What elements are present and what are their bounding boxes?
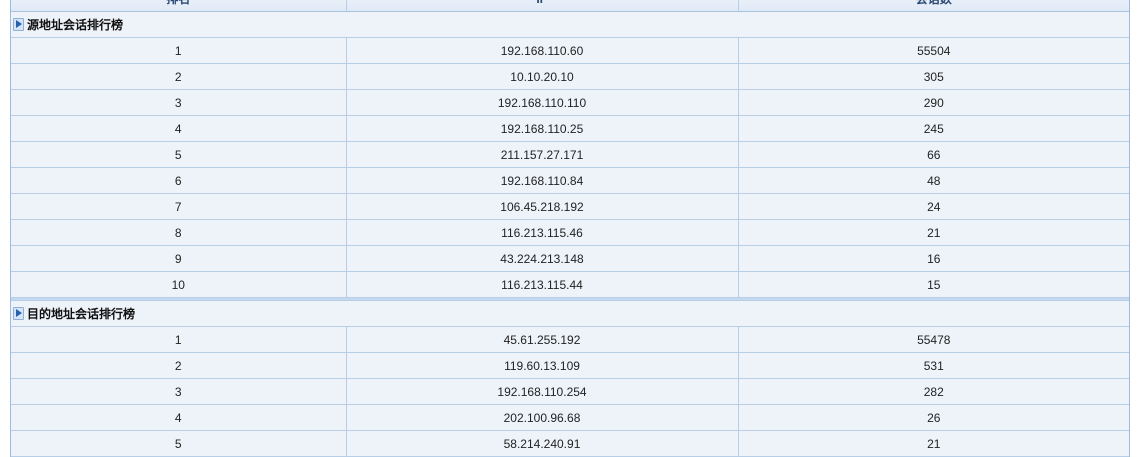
source-section-header[interactable]: 源地址会话排行榜 <box>11 11 1129 38</box>
table-row: 1 45.61.255.192 55478 <box>11 326 1129 353</box>
ip-cell: 192.168.110.84 <box>346 167 739 194</box>
sessions-cell: 531 <box>738 352 1129 379</box>
source-section-title: 源地址会话排行榜 <box>27 18 124 32</box>
rank-cell: 10 <box>11 271 347 298</box>
ip-cell: 116.213.115.44 <box>346 271 739 298</box>
ip-cell: 58.214.240.91 <box>346 430 739 457</box>
ip-cell: 106.45.218.192 <box>346 193 739 220</box>
sessions-cell: 55504 <box>738 37 1129 64</box>
table-row: 9 43.224.213.148 16 <box>11 245 1129 272</box>
sessions-cell: 16 <box>738 245 1129 272</box>
ip-cell: 45.61.255.192 <box>346 326 739 353</box>
rank-cell: 7 <box>11 193 347 220</box>
ip-cell: 211.157.27.171 <box>346 141 739 168</box>
column-header-rank[interactable]: 排名 <box>11 0 347 12</box>
dest-section-header[interactable]: 目的地址会话排行榜 <box>11 300 1129 327</box>
sessions-cell: 305 <box>738 63 1129 90</box>
sessions-cell: 15 <box>738 271 1129 298</box>
table-row: 5 211.157.27.171 66 <box>11 141 1129 168</box>
table-row: 7 106.45.218.192 24 <box>11 193 1129 220</box>
table-row: 4 192.168.110.25 245 <box>11 115 1129 142</box>
sessions-cell: 21 <box>738 219 1129 246</box>
rank-cell: 2 <box>11 63 347 90</box>
dest-section-title: 目的地址会话排行榜 <box>27 307 136 321</box>
sessions-cell: 21 <box>738 430 1129 457</box>
rank-cell: 1 <box>11 37 347 64</box>
rank-cell: 5 <box>11 141 347 168</box>
rank-cell: 5 <box>11 430 347 457</box>
table-row: 8 116.213.115.46 21 <box>11 219 1129 246</box>
ip-cell: 119.60.13.109 <box>346 352 739 379</box>
session-ranking-table: 排名 IP 会话数 源地址会话排行榜 1 192.168.110.60 5550… <box>11 0 1129 457</box>
column-header-ip[interactable]: IP <box>346 0 739 12</box>
ip-cell: 43.224.213.148 <box>346 245 739 272</box>
sessions-cell: 245 <box>738 115 1129 142</box>
table-row: 5 58.214.240.91 21 <box>11 430 1129 457</box>
sessions-cell: 282 <box>738 378 1129 405</box>
ip-cell: 192.168.110.110 <box>346 89 739 116</box>
rank-cell: 8 <box>11 219 347 246</box>
rank-cell: 6 <box>11 167 347 194</box>
rank-cell: 3 <box>11 89 347 116</box>
ip-cell: 202.100.96.68 <box>346 404 739 431</box>
table-row: 3 192.168.110.110 290 <box>11 89 1129 116</box>
table-row: 2 119.60.13.109 531 <box>11 352 1129 379</box>
rank-cell: 9 <box>11 245 347 272</box>
sessions-cell: 290 <box>738 89 1129 116</box>
sessions-cell: 26 <box>738 404 1129 431</box>
rank-cell: 3 <box>11 378 347 405</box>
rank-cell: 4 <box>11 115 347 142</box>
rank-cell: 1 <box>11 326 347 353</box>
ip-cell: 192.168.110.60 <box>346 37 739 64</box>
expand-triangle-icon[interactable] <box>13 307 24 320</box>
sessions-cell: 24 <box>738 193 1129 220</box>
table-header-row: 排名 IP 会话数 <box>11 0 1129 12</box>
rank-cell: 2 <box>11 352 347 379</box>
rank-cell: 4 <box>11 404 347 431</box>
table-row: 3 192.168.110.254 282 <box>11 378 1129 405</box>
table-row: 6 192.168.110.84 48 <box>11 167 1129 194</box>
sessions-cell: 66 <box>738 141 1129 168</box>
sessions-cell: 55478 <box>738 326 1129 353</box>
table-row: 10 116.213.115.44 15 <box>11 271 1129 298</box>
table-row: 1 192.168.110.60 55504 <box>11 37 1129 64</box>
table-row: 2 10.10.20.10 305 <box>11 63 1129 90</box>
column-header-sessions[interactable]: 会话数 <box>738 0 1129 12</box>
sessions-cell: 48 <box>738 167 1129 194</box>
expand-triangle-icon[interactable] <box>13 18 24 31</box>
table-row: 4 202.100.96.68 26 <box>11 404 1129 431</box>
ip-cell: 192.168.110.25 <box>346 115 739 142</box>
ip-cell: 116.213.115.46 <box>346 219 739 246</box>
ip-cell: 192.168.110.254 <box>346 378 739 405</box>
ip-cell: 10.10.20.10 <box>346 63 739 90</box>
session-ranking-panel: 排名 IP 会话数 源地址会话排行榜 1 192.168.110.60 5550… <box>10 0 1130 457</box>
